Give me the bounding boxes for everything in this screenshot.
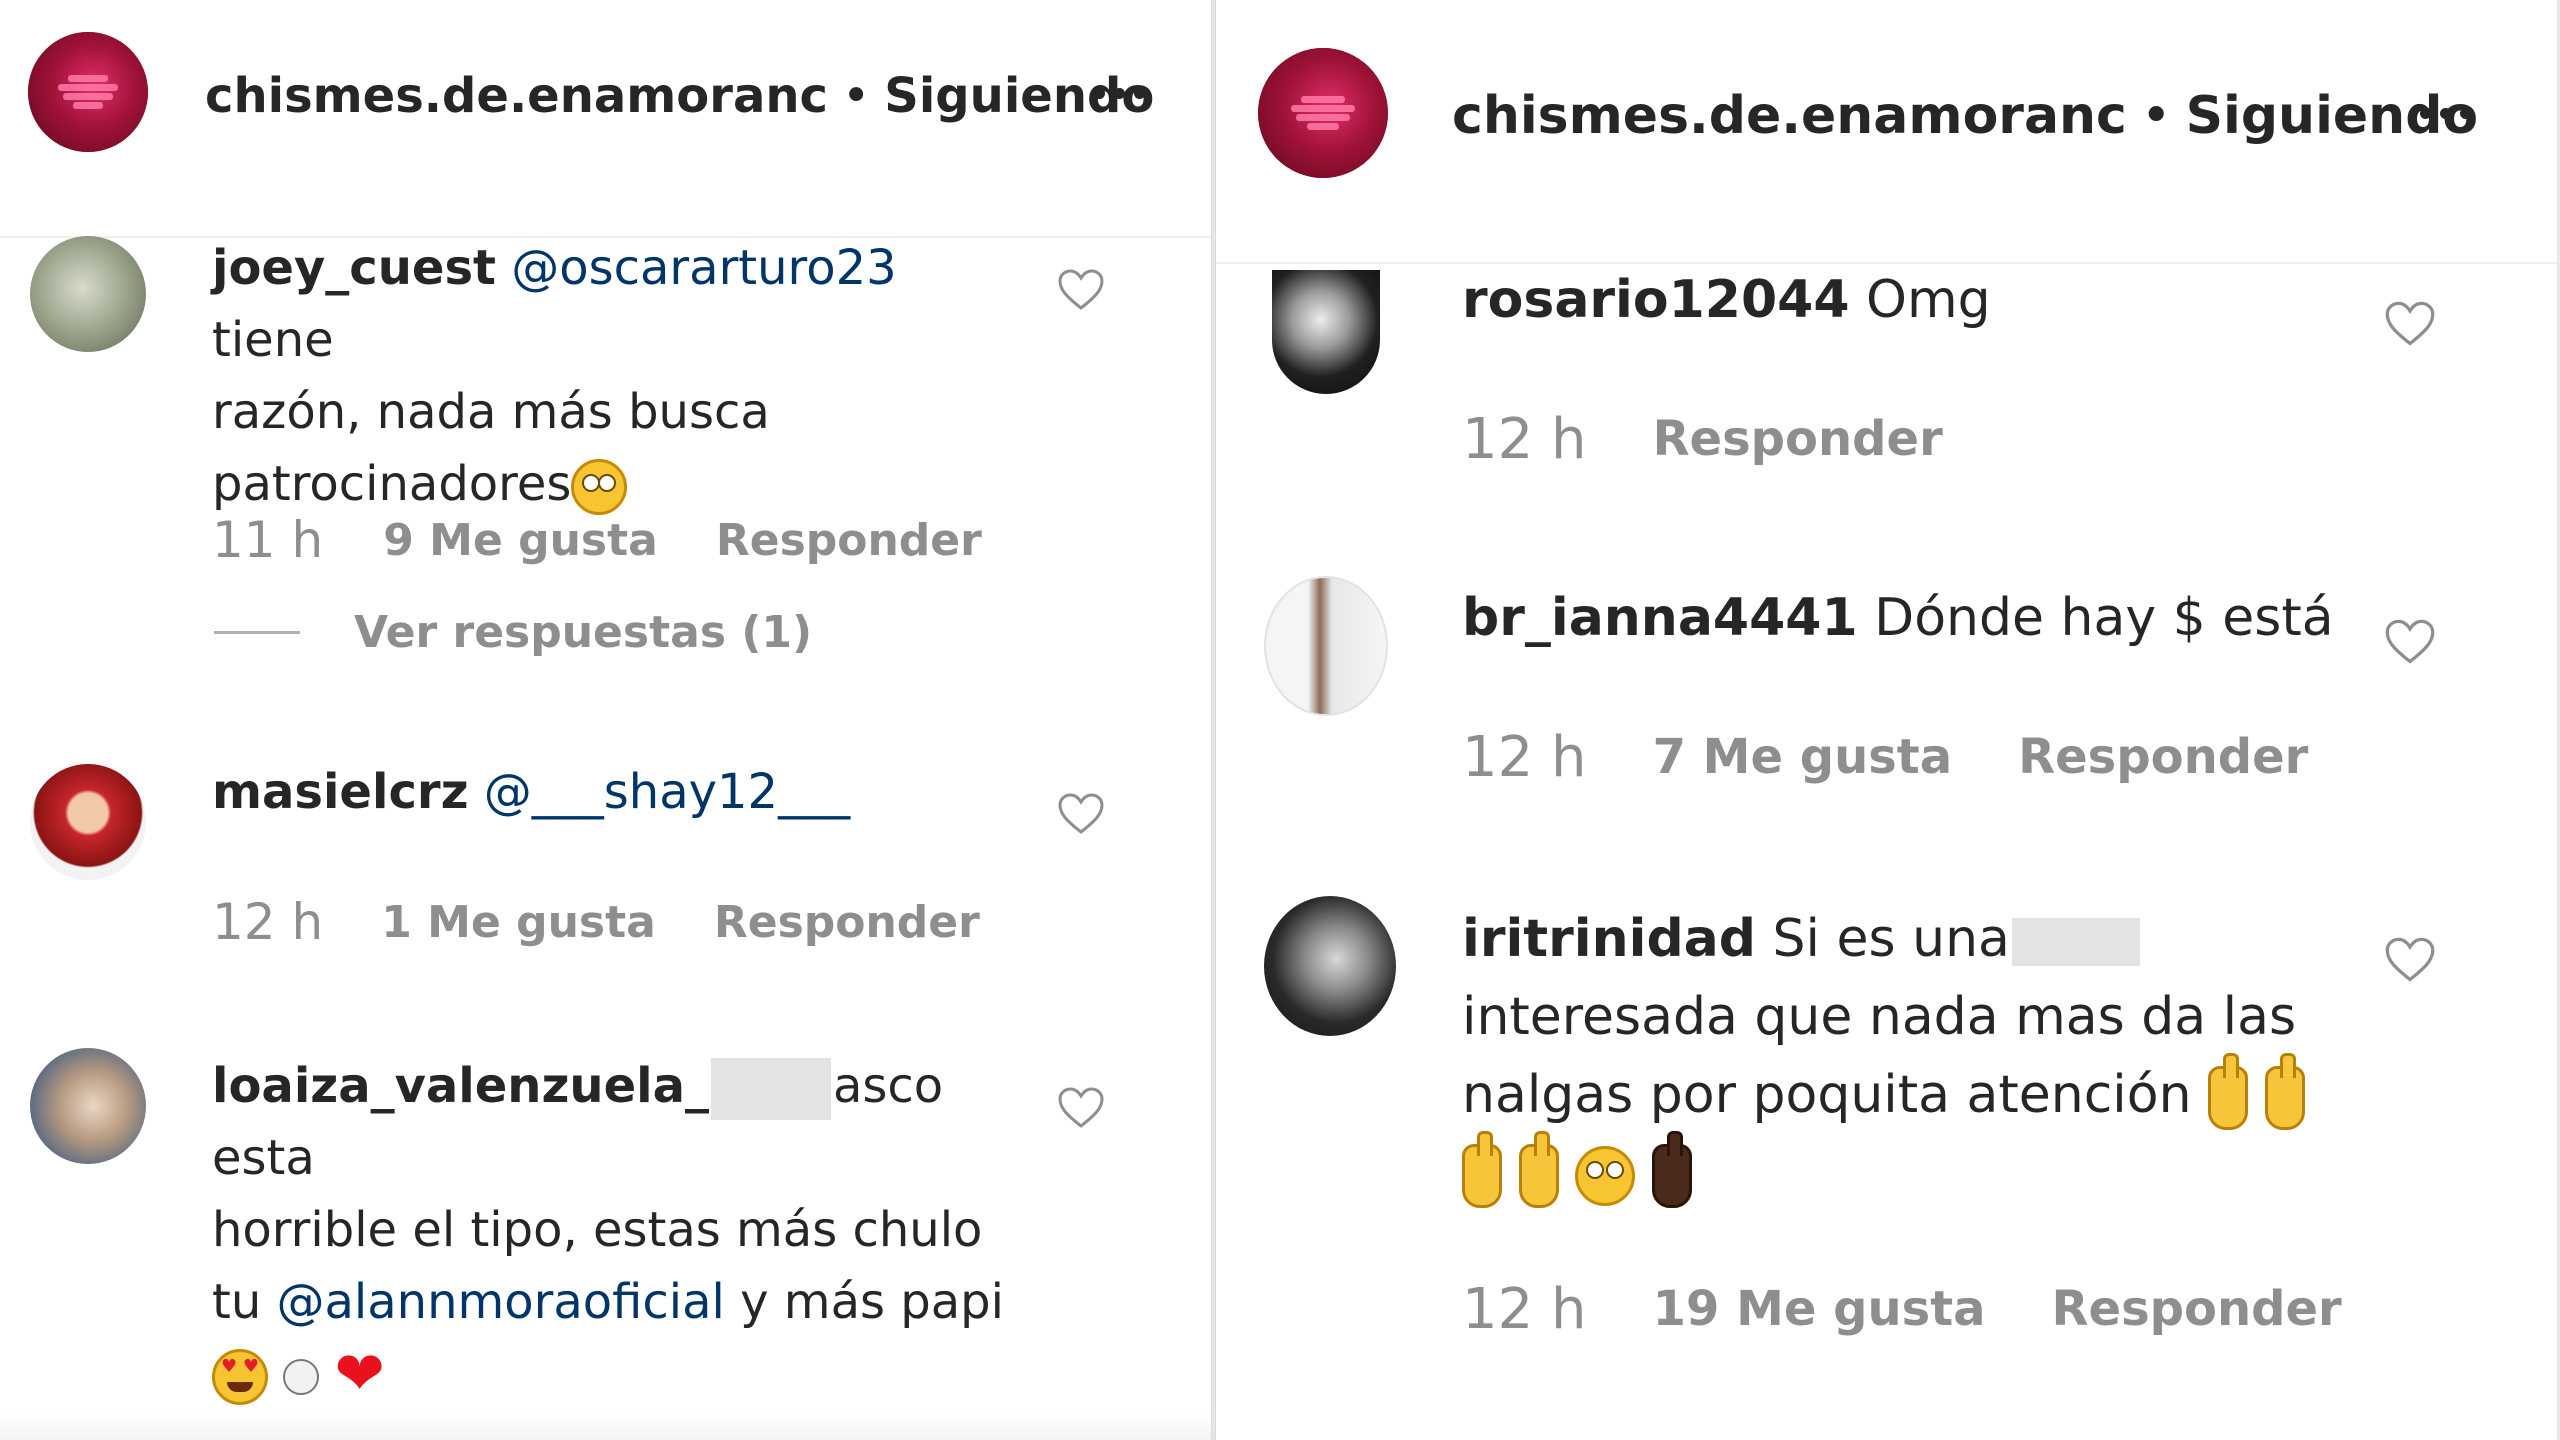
reply-button[interactable]: Responder — [716, 515, 982, 566]
comment-text: Dónde hay $ está — [1874, 588, 2334, 648]
comment-text: horrible el tipo, estas más chulo — [212, 1202, 983, 1258]
like-heart-icon[interactable] — [1057, 792, 1105, 836]
reply-button[interactable]: Responder — [2018, 729, 2308, 785]
view-replies-label: Ver respuestas (1) — [354, 606, 813, 658]
commenter-avatar[interactable] — [1264, 896, 1396, 1036]
comment-likes[interactable]: 9 Me gusta — [383, 515, 658, 566]
comment-text: Si es una — [1772, 909, 2010, 969]
account-username[interactable]: chismes.de.enamoranc — [1452, 86, 2127, 146]
comment-text: Omg — [1866, 270, 1991, 330]
middle-finger-emoji-icon — [1518, 1131, 1559, 1208]
comment-username[interactable]: loaiza_valenzuela_ — [212, 1058, 709, 1114]
comment-mention[interactable]: @___shay12___ — [484, 764, 850, 820]
middle-finger-emoji-icon — [1462, 1131, 1502, 1208]
comment-time: 12 h — [1462, 724, 1587, 790]
like-heart-icon[interactable] — [2384, 936, 2436, 984]
comment-mention[interactable]: @oscararturo23 — [511, 240, 896, 296]
redacted-block — [2011, 918, 2140, 966]
right-post-panel: chismes.de.enamoranc • Siguiendo rosario12… — [1216, 0, 2560, 1440]
comment-username[interactable]: joey_cuest — [212, 240, 496, 296]
eye-roll-emoji-icon — [571, 459, 628, 515]
commenter-avatar[interactable] — [30, 1048, 146, 1164]
left-post-panel: chismes.de.enamoranc • Siguiendo joey_cues… — [0, 0, 1211, 1440]
eye-roll-emoji-icon — [1575, 1146, 1636, 1206]
comment-text: patrocinadores — [212, 456, 572, 512]
middle-finger-emoji-icon — [2208, 1053, 2249, 1130]
header-separator: • — [2140, 86, 2172, 146]
middle-finger-emoji-icon — [1651, 1131, 1692, 1208]
comment-username[interactable]: iritrinidad — [1462, 909, 1756, 969]
like-heart-icon[interactable] — [1057, 1086, 1105, 1130]
comment-meta: 12 h 7 Me gusta Responder — [1462, 722, 2308, 792]
reply-button[interactable]: Responder — [2052, 1281, 2342, 1337]
more-options-icon[interactable] — [1094, 88, 1145, 99]
comment-time: 12 h — [1462, 1276, 1587, 1342]
comment-text: tiene — [212, 312, 334, 368]
comment-text: tu — [212, 1274, 262, 1330]
commenter-avatar[interactable] — [30, 764, 146, 880]
commenter-avatar[interactable] — [1264, 576, 1388, 716]
comment-username[interactable]: masielcrz — [212, 764, 469, 820]
panel-bottom-edge — [0, 1410, 1211, 1440]
comment-likes[interactable]: 7 Me gusta — [1653, 729, 1953, 785]
commenter-avatar[interactable] — [1272, 270, 1380, 394]
comment-meta: 12 h 1 Me gusta Responder — [212, 890, 980, 954]
comment-likes[interactable]: 1 Me gusta — [381, 897, 656, 948]
view-replies-button[interactable]: Ver respuestas (1) — [214, 602, 812, 662]
like-heart-icon[interactable] — [2384, 300, 2436, 348]
comment-time: 12 h — [1462, 406, 1587, 472]
reply-button[interactable]: Responder — [1653, 411, 1943, 467]
post-header: chismes.de.enamoranc • Siguiendo — [1216, 40, 2560, 200]
comment-meta: 11 h 9 Me gusta Responder — [212, 508, 982, 572]
account-avatar[interactable] — [28, 32, 148, 152]
comment-text: razón, nada más busca — [212, 384, 770, 440]
redacted-block — [710, 1058, 831, 1120]
account-username[interactable]: chismes.de.enamoranc — [205, 68, 828, 124]
like-heart-icon[interactable] — [2384, 618, 2436, 666]
heart-eyes-emoji-icon — [212, 1349, 268, 1405]
reply-button[interactable]: Responder — [714, 897, 980, 948]
comment-meta: 12 h 19 Me gusta Responder — [1462, 1274, 2342, 1344]
more-options-icon[interactable] — [2420, 108, 2471, 119]
comment-text: nalgas por poquita atención — [1462, 1065, 2192, 1125]
skull-emoji-icon — [283, 1359, 320, 1395]
comment-username[interactable]: br_ianna4441 — [1462, 588, 1858, 648]
middle-finger-emoji-icon — [2264, 1053, 2305, 1130]
replies-line — [214, 630, 300, 634]
comment-likes[interactable]: 19 Me gusta — [1653, 1281, 1986, 1337]
comment-meta: 12 h Responder — [1462, 404, 1943, 474]
post-header: chismes.de.enamoranc • Siguiendo — [0, 22, 1211, 172]
comment-text: y más papi — [740, 1274, 1004, 1330]
comment-mention[interactable]: @alannmoraoficial — [277, 1274, 725, 1330]
comment-text: interesada que nada mas da las — [1462, 987, 2297, 1047]
commenter-avatar[interactable] — [30, 236, 146, 352]
account-avatar[interactable] — [1258, 48, 1388, 178]
red-heart-emoji-icon — [335, 1344, 395, 1404]
header-separator: • — [841, 68, 871, 124]
comment-time: 11 h — [212, 511, 324, 569]
comment-time: 12 h — [212, 893, 324, 951]
comment-username[interactable]: rosario12044 — [1462, 270, 1850, 330]
like-heart-icon[interactable] — [1057, 268, 1105, 312]
